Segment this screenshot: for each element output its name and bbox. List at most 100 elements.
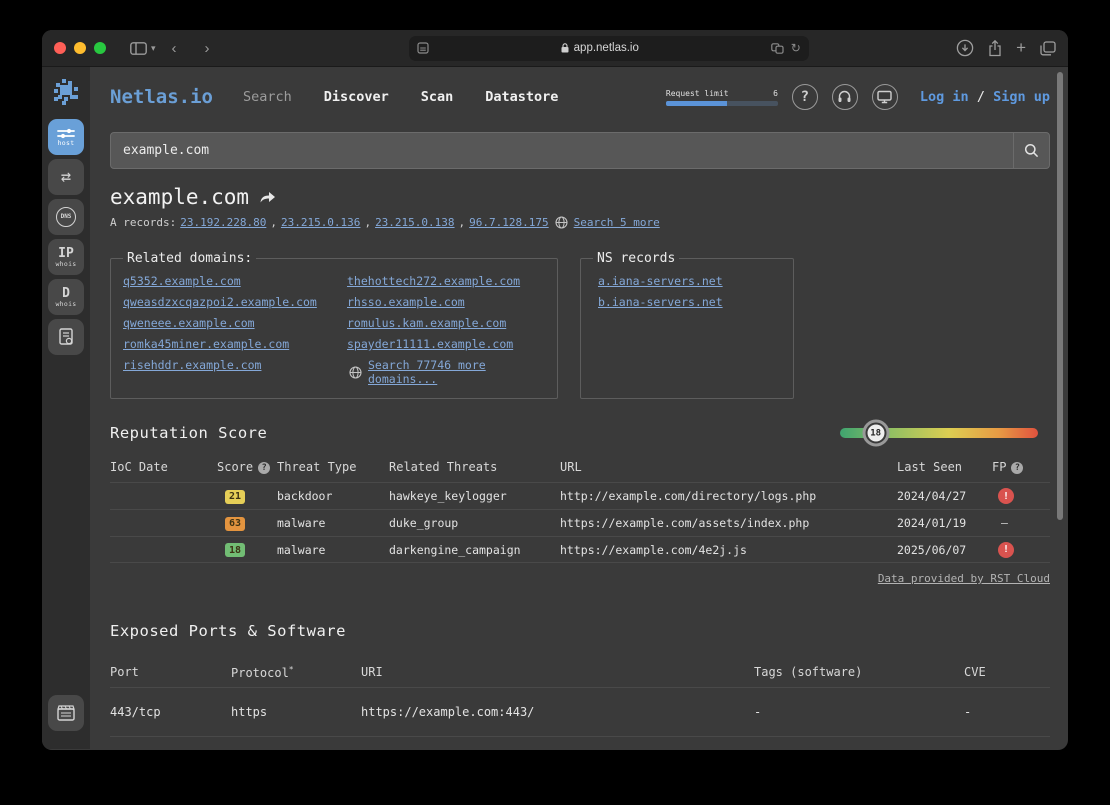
domain-whois-sublabel: whois <box>55 301 76 308</box>
certificate-doc-icon <box>58 328 74 346</box>
headset-icon <box>837 90 852 104</box>
tab-overview-icon[interactable] <box>1040 41 1056 56</box>
ports-table: Port Protocol* URI Tags (software) CVE 4… <box>110 657 1050 749</box>
search-more-domains-link[interactable]: Search 77746 more domains... <box>368 358 545 386</box>
forward-button[interactable]: › <box>199 39 216 58</box>
false-positive-alert-icon[interactable]: ! <box>998 542 1014 558</box>
a-record-link[interactable]: 23.192.228.80 <box>180 216 266 229</box>
related-domain-link[interactable]: romulus.kam.example.com <box>347 316 545 330</box>
share-icon[interactable] <box>988 40 1002 57</box>
false-positive-alert-icon[interactable]: ! <box>998 488 1014 504</box>
ioc-table-row: 63 malware duke_group https://example.co… <box>110 509 1050 536</box>
a-record-link[interactable]: 23.215.0.138 <box>375 216 454 229</box>
protocol-note-asterisk: * <box>289 665 294 674</box>
col-uri: URI <box>361 665 754 679</box>
nav-datastore[interactable]: Datastore <box>485 89 558 105</box>
minimize-window-button[interactable] <box>74 42 86 54</box>
zoom-window-button[interactable] <box>94 42 106 54</box>
sidebar-item-changelog[interactable] <box>48 695 84 731</box>
protocol: https <box>231 705 361 719</box>
sidebar-host-label: host <box>58 140 75 147</box>
sidebar-item-ip-whois[interactable]: IP whois <box>48 239 84 275</box>
score-badge: 18 <box>225 543 245 557</box>
ns-records-legend: NS records <box>593 251 679 266</box>
reputation-score-title: Reputation Score <box>110 424 267 442</box>
a-record-link[interactable]: 23.215.0.136 <box>281 216 360 229</box>
related-domain-link[interactable]: q5352.example.com <box>123 274 339 288</box>
uri: https://example.com:443/ <box>361 705 754 719</box>
related-threat: hawkeye_keylogger <box>389 489 560 503</box>
related-domain-link[interactable]: rhsso.example.com <box>347 295 545 309</box>
rst-cloud-link[interactable]: Data provided by RST Cloud <box>878 572 1050 585</box>
help-button[interactable]: ? <box>792 84 818 110</box>
search-icon <box>1024 143 1039 158</box>
sidebar-item-host[interactable]: host <box>48 119 84 155</box>
col-port: Port <box>110 665 231 679</box>
score-badge: 63 <box>225 517 245 531</box>
support-button[interactable] <box>832 84 858 110</box>
sidebar-item-dns[interactable]: DNS <box>48 199 84 235</box>
a-record-link[interactable]: 96.7.128.175 <box>469 216 548 229</box>
nav-discover[interactable]: Discover <box>324 89 389 105</box>
separator: , <box>459 216 466 229</box>
netlas-logo[interactable]: Netlas.io <box>110 86 213 108</box>
page-title: example.com <box>110 185 249 209</box>
monitor-icon <box>877 90 892 104</box>
auth-separator: / <box>977 89 985 105</box>
sign-up-link[interactable]: Sign up <box>993 89 1050 105</box>
related-domain-link[interactable]: qweasdzxcqazpoi2.example.com <box>123 295 339 309</box>
chevron-down-icon[interactable]: ▾ <box>151 43 156 54</box>
sidebar-item-domain-whois[interactable]: D whois <box>48 279 84 315</box>
sidebar-item-certificates[interactable] <box>48 319 84 355</box>
desktop-app-button[interactable] <box>872 84 898 110</box>
cve: - <box>964 705 1050 719</box>
window-controls <box>54 42 106 54</box>
score-help-icon[interactable]: ? <box>258 462 270 474</box>
related-domain-link[interactable]: qweneee.example.com <box>123 316 339 330</box>
search-button[interactable] <box>1013 133 1049 168</box>
fp-help-icon[interactable]: ? <box>1011 462 1023 474</box>
related-domain-link[interactable]: romka45miner.example.com <box>123 337 339 351</box>
netlas-bug-logo[interactable] <box>52 79 80 105</box>
reload-icon[interactable]: ↻ <box>791 41 801 55</box>
col-fp: FP? <box>992 460 1050 474</box>
new-tab-icon[interactable]: + <box>1016 38 1026 58</box>
sidebar-item-redirects[interactable]: ⇄ <box>48 159 84 195</box>
page-format-icon[interactable] <box>417 42 429 54</box>
auth-links: Log in / Sign up <box>920 89 1050 105</box>
back-button[interactable]: ‹ <box>166 39 183 58</box>
search-input[interactable] <box>111 133 1013 168</box>
open-external-icon[interactable] <box>259 190 276 204</box>
sidebar-toggle-icon[interactable] <box>124 40 153 57</box>
browser-toolbar: ▾ ‹ › app.netlas.io ↻ <box>42 30 1068 67</box>
exposed-ports-title: Exposed Ports & Software <box>110 622 1050 640</box>
request-limit-value: 6 <box>773 89 778 98</box>
address-bar[interactable]: app.netlas.io ↻ <box>409 36 809 61</box>
log-in-link[interactable]: Log in <box>920 89 969 105</box>
globe-icon <box>349 366 362 379</box>
tags: - <box>754 705 964 719</box>
scrollbar-thumb[interactable] <box>1057 72 1063 520</box>
ns-record-link[interactable]: b.iana-servers.net <box>598 295 781 309</box>
nav-search[interactable]: Search <box>243 89 292 105</box>
reputation-slider: 18 <box>840 428 1038 438</box>
reputation-score-value: 18 <box>867 425 884 442</box>
ip-whois-sublabel: whois <box>55 261 76 268</box>
translate-icon[interactable] <box>771 43 784 54</box>
col-cve: CVE <box>964 665 1050 679</box>
app-sidebar: host ⇄ DNS IP whois D whois <box>42 67 90 749</box>
separator: , <box>270 216 277 229</box>
last-seen: 2025/06/07 <box>897 543 992 557</box>
nav-scan[interactable]: Scan <box>421 89 454 105</box>
globe-icon <box>555 216 568 229</box>
col-score: Score? <box>217 460 277 474</box>
downloads-icon[interactable] <box>956 39 974 57</box>
related-domain-link[interactable]: risehddr.example.com <box>123 358 339 386</box>
related-domain-link[interactable]: spayder11111.example.com <box>347 337 545 351</box>
ns-record-link[interactable]: a.iana-servers.net <box>598 274 781 288</box>
search-more-a-records-link[interactable]: Search 5 more <box>574 216 660 229</box>
close-window-button[interactable] <box>54 42 66 54</box>
related-domain-link[interactable]: thehottech272.example.com <box>347 274 545 288</box>
url-text: app.netlas.io <box>574 42 639 54</box>
main-content: Netlas.io Search Discover Scan Datastore… <box>90 67 1068 749</box>
